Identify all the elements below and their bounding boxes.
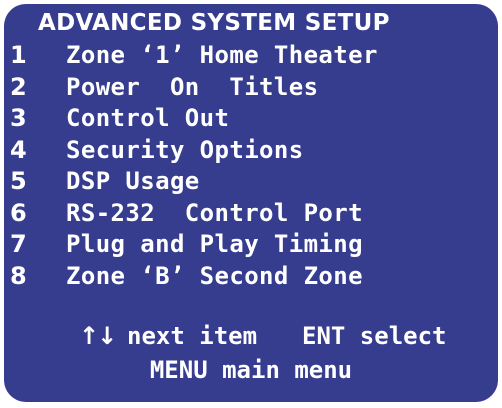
ent-select-hint: ENT select — [302, 322, 447, 350]
menu-item-security-options[interactable]: 4 Security Options — [10, 135, 490, 167]
menu-item-zone-1-home-theater[interactable]: 1 Zone ‘1’ Home Theater — [10, 40, 490, 72]
page-title: ADVANCED SYSTEM SETUP — [38, 10, 390, 36]
menu-item-number: 5 — [10, 167, 27, 195]
next-item-hint: next item — [127, 322, 258, 350]
menu-item-label: RS-232 Control Port — [66, 198, 363, 227]
menu-item-power-on-titles[interactable]: 2 Power On Titles — [10, 72, 490, 104]
menu-item-number: 7 — [10, 230, 27, 258]
menu-item-label: Plug and Play Timing — [66, 230, 363, 258]
menu-item-number: 3 — [10, 104, 27, 132]
menu-item-dsp-usage[interactable]: 5 DSP Usage — [10, 166, 490, 198]
osd-screen: ADVANCED SYSTEM SETUP 1 Zone ‘1’ Home Th… — [4, 4, 498, 402]
menu-item-label: Security Options — [66, 135, 304, 164]
menu-item-number: 4 — [10, 135, 27, 164]
main-menu-hint: MENU main menu — [149, 356, 353, 384]
menu-item-number: 2 — [10, 72, 27, 101]
menu-item-zone-b-second-zone[interactable]: 8 Zone ‘B’ Second Zone — [10, 261, 490, 293]
menu-item-label: DSP Usage — [66, 167, 200, 195]
menu-item-label: Control Out — [66, 104, 230, 132]
menu-item-label: Zone ‘1’ Home Theater — [66, 41, 378, 69]
menu-item-number: 6 — [10, 198, 27, 227]
menu-item-number: 1 — [10, 41, 27, 69]
navigation-hint: ↑↓ next item ENT select — [4, 322, 498, 354]
setup-menu-list: 1 Zone ‘1’ Home Theater 2 Power On Title… — [10, 40, 490, 292]
menu-item-label: Power On Titles — [66, 72, 319, 101]
menu-item-label: Zone ‘B’ Second Zone — [66, 261, 363, 290]
up-down-arrows-icon: ↑↓ — [79, 322, 117, 350]
menu-item-plug-and-play-timing[interactable]: 7 Plug and Play Timing — [10, 229, 490, 261]
menu-item-rs232-control-port[interactable]: 6 RS-232 Control Port — [10, 198, 490, 230]
menu-item-number: 8 — [10, 261, 27, 290]
menu-item-control-out[interactable]: 3 Control Out — [10, 103, 490, 135]
